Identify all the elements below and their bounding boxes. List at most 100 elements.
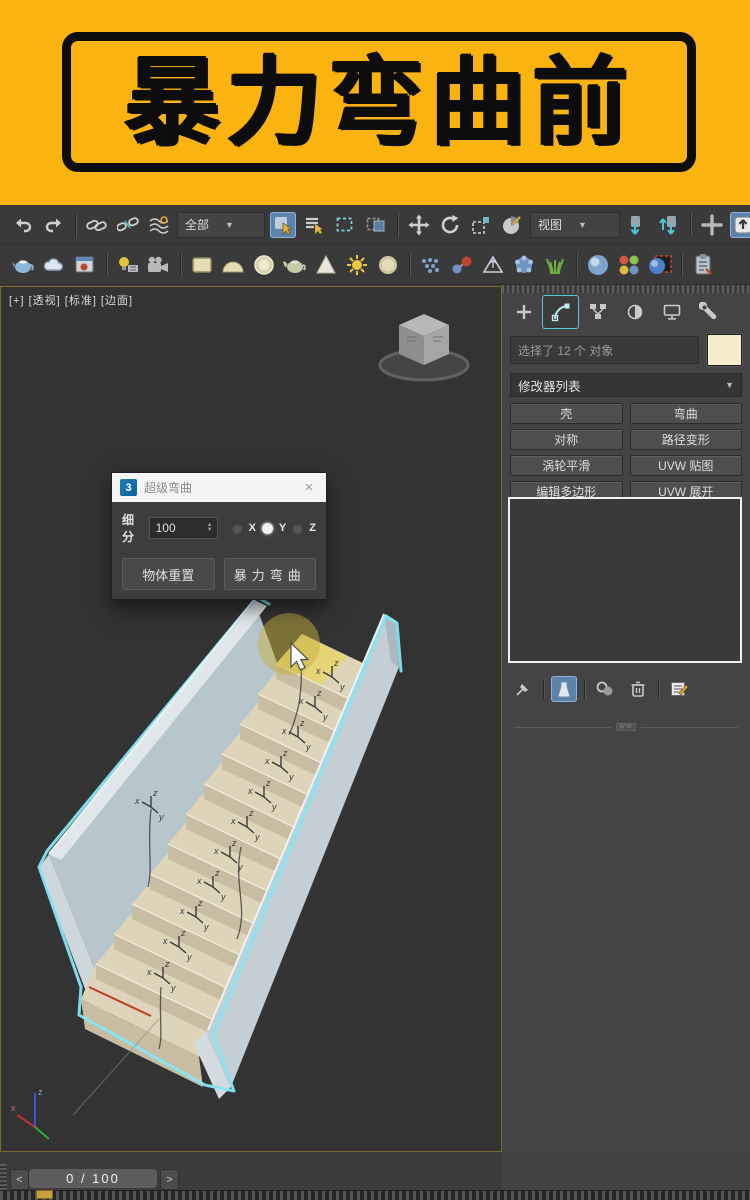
frame-counter[interactable]: 0 / 100 [29, 1169, 157, 1188]
modifier-list-dropdown[interactable]: 修改器列表 ▼ [510, 373, 742, 397]
undo-icon[interactable] [10, 212, 36, 238]
tab-motion[interactable] [617, 296, 652, 328]
light-lister-icon[interactable] [115, 252, 141, 278]
sphere-blue-icon[interactable] [585, 252, 611, 278]
track-bar[interactable] [0, 1190, 750, 1200]
primitive-teapot-icon[interactable] [282, 252, 308, 278]
super-bend-dialog[interactable]: 3 超级弯曲 × 细分 100 ▲ ▼ X Y Z 物体重置 暴力弯曲 [111, 472, 327, 600]
toolbar-separator [75, 212, 76, 237]
object-reset-button[interactable]: 物体重置 [122, 558, 215, 590]
rotate-icon[interactable] [437, 212, 463, 238]
scatter-icon[interactable] [418, 252, 444, 278]
rollout-separator[interactable]: WW [514, 723, 739, 731]
violent-bend-button[interactable]: 暴力弯曲 [223, 558, 316, 590]
modifier-uvwmap-button[interactable]: UVW 贴图 [629, 455, 742, 476]
modifier-list-label: 修改器列表 [518, 379, 581, 394]
filter-dropdown[interactable]: 全部 ▼ [177, 211, 265, 238]
remove-modifier-icon[interactable] [625, 676, 651, 702]
axis-x-radio[interactable] [231, 522, 243, 534]
toolbar-separator [681, 252, 682, 277]
axis-y-radio[interactable] [261, 522, 273, 534]
chevron-down-icon: ▼ [725, 380, 734, 390]
molecule-icon[interactable] [449, 252, 475, 278]
modifier-buttons: 壳 弯曲 对称 路径变形 涡轮平滑 UVW 贴图 编辑多边形 UVW 展开 [510, 403, 742, 502]
svg-text:z: z [38, 1087, 43, 1097]
render-teapot-icon[interactable] [10, 252, 36, 278]
pivot-center-icon[interactable] [499, 212, 525, 238]
grass-icon[interactable] [542, 252, 568, 278]
material-editor-icon[interactable] [616, 252, 642, 278]
modifier-turbosmooth-button[interactable]: 涡轮平滑 [510, 455, 623, 476]
sphere-tan-icon[interactable] [375, 252, 401, 278]
subdivision-value: 100 [155, 521, 176, 535]
snap-toggle-icon[interactable] [625, 212, 651, 238]
time-slider-marker[interactable] [36, 1190, 53, 1199]
modifier-bend-button[interactable]: 弯曲 [629, 403, 742, 424]
filter-dropdown-value: 全部 [185, 218, 210, 232]
primitive-box-icon[interactable] [189, 252, 215, 278]
rect-region-icon[interactable] [332, 212, 358, 238]
banner-title: 暴力弯曲前 [124, 46, 634, 158]
dialog-body: 细分 100 ▲ ▼ X Y Z 物体重置 暴力弯曲 [112, 502, 326, 590]
kbd-override-button[interactable] [730, 211, 750, 238]
modifier-shell-button[interactable]: 壳 [510, 403, 623, 424]
dialog-title: 超级弯曲 [144, 481, 193, 495]
spinner-arrows-icon[interactable]: ▲ ▼ [203, 522, 217, 533]
pyramid-icon[interactable] [480, 252, 506, 278]
camera-icon[interactable] [146, 252, 172, 278]
make-unique-icon[interactable] [592, 676, 618, 702]
viewcube[interactable] [369, 305, 479, 387]
selection-name-field[interactable]: 选择了 12 个 对象 [510, 336, 699, 364]
3dsmax-window: 全部 ▼ 视图 ▼ [+] [透视] [标准] [边面] y z x 3 超级弯… [0, 205, 750, 1200]
clipboard-icon[interactable] [690, 252, 716, 278]
unlink-icon[interactable] [115, 212, 141, 238]
flowerball-icon[interactable] [511, 252, 537, 278]
subdivision-spinner[interactable]: 100 ▲ ▼ [148, 517, 218, 539]
pin-stack-icon[interactable] [510, 676, 536, 702]
move-icon[interactable] [406, 212, 432, 238]
subdivision-label: 细分 [122, 513, 135, 544]
link-icon[interactable] [84, 212, 110, 238]
window-crossing-icon[interactable] [363, 212, 389, 238]
scale-icon[interactable] [468, 212, 494, 238]
previous-frame-button[interactable]: < [10, 1169, 29, 1190]
axis-z-radio[interactable] [292, 522, 304, 534]
show-end-result-button[interactable] [551, 676, 577, 702]
coord-dropdown[interactable]: 视图 ▼ [530, 211, 620, 238]
tab-hierarchy[interactable] [580, 296, 615, 328]
staircase-model[interactable]: xzy [1, 287, 501, 1151]
redo-icon[interactable] [41, 212, 67, 238]
modifier-stack[interactable] [508, 497, 742, 663]
coord-dropdown-value: 视图 [538, 218, 563, 232]
close-icon[interactable]: × [300, 479, 318, 496]
tab-create[interactable] [506, 296, 541, 328]
stack-toolbar-separator [658, 679, 659, 699]
modifier-symmetry-button[interactable]: 对称 [510, 429, 623, 450]
select-object-button[interactable] [270, 211, 296, 238]
primitive-cone-icon[interactable] [313, 252, 339, 278]
primitive-sphere-icon[interactable] [251, 252, 277, 278]
tab-modify[interactable] [543, 296, 578, 328]
select-by-name-icon[interactable] [301, 212, 327, 238]
tab-utilities[interactable] [691, 296, 726, 328]
manipulate-icon[interactable] [699, 212, 725, 238]
sphere-select-icon[interactable] [647, 252, 673, 278]
toolbar-separator [409, 252, 410, 277]
render-setup-icon[interactable] [72, 252, 98, 278]
bind-spacewarp-icon[interactable] [146, 212, 172, 238]
cloud-icon[interactable] [41, 252, 67, 278]
snap-angle-icon[interactable] [656, 212, 682, 238]
next-frame-button[interactable]: > [160, 1169, 179, 1190]
command-panel-tabs [506, 296, 726, 328]
primitive-dome-icon[interactable] [220, 252, 246, 278]
modifier-pathdeform-button[interactable]: 路径变形 [629, 429, 742, 450]
axis-z-label: Z [309, 522, 316, 534]
tab-display[interactable] [654, 296, 689, 328]
sun-icon[interactable] [344, 252, 370, 278]
panel-scroll-strip[interactable] [502, 285, 750, 293]
perspective-viewport[interactable]: [+] [透视] [标准] [边面] y z x 3 超级弯曲 × 细分 100… [0, 286, 502, 1152]
title-box: 暴力弯曲前 [62, 32, 696, 172]
dialog-titlebar[interactable]: 3 超级弯曲 × [112, 473, 326, 502]
configure-modifier-sets-icon[interactable] [666, 676, 692, 702]
object-color-swatch[interactable] [707, 334, 742, 366]
